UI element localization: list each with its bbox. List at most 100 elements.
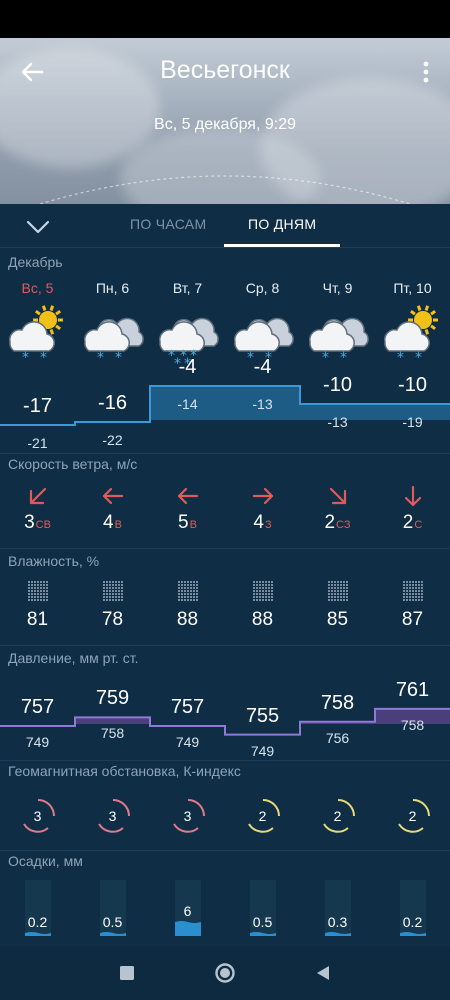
date-time: Вс, 5 декабря, 9:29 [154, 116, 296, 133]
day-column-header[interactable]: Ср, 8 [225, 280, 300, 298]
header-hero: Весьегонск Вс, 5 декабря, 9:29 [0, 38, 450, 204]
precip-value: 0.5 [75, 914, 150, 930]
arrow-down-icon [404, 485, 421, 507]
sun-cloud-snow-icon: * * [383, 305, 438, 366]
humidity-percent: 87 [401, 609, 424, 630]
arrow-right-icon [252, 487, 273, 505]
more-vert-icon [423, 61, 429, 83]
pressure-high: 758 [300, 692, 375, 715]
wind-direction: В [189, 519, 197, 531]
humidity-value: 87 [375, 609, 450, 631]
more-menu-button[interactable] [416, 56, 436, 88]
precip-amount: 0.2 [27, 914, 48, 930]
temp-high: -17 [0, 395, 75, 418]
kindex-value: 2 [225, 808, 300, 826]
humidity-dots-icon [402, 581, 423, 601]
kindex-value: 2 [375, 808, 450, 826]
pressure-section-label: Давление, мм рт. ст. [8, 650, 139, 666]
cloud-snow-icon: * * [83, 317, 144, 366]
pressure-low-value: 749 [175, 734, 200, 750]
pressure-high-value: 758 [320, 691, 355, 714]
kindex-value: 2 [300, 808, 375, 826]
pressure-low: 758 [375, 717, 450, 733]
tab-days[interactable]: ПО ДНЯМ [248, 216, 316, 232]
svg-text:*: * [40, 350, 47, 366]
wind-speed: 2 [402, 512, 414, 533]
wind-speed: 5 [178, 512, 189, 533]
status-bar [0, 0, 450, 38]
kindex-value: 3 [0, 808, 75, 826]
temp-low-value: -13 [252, 396, 273, 412]
temp-low-value: -13 [327, 414, 348, 430]
arrow-left-icon [102, 487, 123, 505]
kindex-number: 2 [258, 808, 267, 824]
humidity-dots-icon [327, 581, 348, 601]
view-tabs: ПО ЧАСАМ ПО ДНЯМ [0, 204, 450, 248]
pressure-low-value: 749 [25, 734, 50, 750]
pressure-low-value: 756 [325, 729, 350, 746]
kindex-number: 2 [333, 808, 342, 824]
wind-speed: 4 [103, 512, 114, 533]
kindex-number: 3 [183, 808, 192, 824]
tab-hours[interactable]: ПО ЧАСАМ [130, 216, 206, 232]
precip-value: 0.2 [0, 914, 75, 930]
pressure-high: 761 [375, 679, 450, 702]
temp-low: -13 [225, 396, 300, 412]
humidity-percent: 78 [101, 609, 124, 630]
collapse-button[interactable] [24, 212, 52, 240]
day-column-header[interactable]: Чт, 9 [300, 280, 375, 298]
geomagnetic-section-label: Геомагнитная обстановка, К-индекс [8, 763, 241, 779]
humidity-percent: 88 [176, 609, 199, 630]
day-column-header[interactable]: Вс, 5 [0, 280, 75, 298]
pressure-high-value: 757 [20, 696, 55, 718]
precip-amount: 6 [183, 903, 192, 919]
wind-speed: 3 [24, 512, 35, 533]
pressure-low-value: 749 [250, 742, 275, 759]
kindex-number: 2 [408, 808, 417, 824]
humidity-section-label: Влажность, % [8, 553, 100, 569]
wind-speed: 2 [324, 512, 336, 533]
pressure-low: 756 [300, 730, 375, 746]
temp-low-value: -14 [177, 396, 198, 412]
svg-text:*: * [322, 350, 329, 366]
svg-text:*: * [397, 350, 404, 366]
wind-value: 5В [150, 512, 225, 534]
precip-value: 0.5 [225, 914, 300, 930]
precip-amount: 0.5 [252, 914, 273, 930]
pressure-low: 749 [150, 734, 225, 750]
precip-value: 6 [150, 903, 225, 919]
month-label: Декабрь [8, 254, 63, 270]
wind-value: 4В [75, 512, 150, 534]
day-name: Вт, 7 [172, 280, 203, 296]
arrow-left-icon [177, 487, 198, 505]
kindex-number: 3 [108, 808, 117, 824]
system-navbar [0, 946, 450, 1000]
svg-text:*: * [22, 350, 29, 366]
humidity-percent: 88 [251, 609, 274, 630]
temp-high-value: -16 [98, 392, 127, 414]
precip-amount: 0.2 [402, 914, 423, 930]
temp-low-value: -21 [27, 435, 48, 451]
day-column-header[interactable]: Пт, 10 [375, 280, 450, 298]
home-button[interactable] [213, 961, 237, 985]
day-name: Вс, 5 [21, 280, 54, 296]
back-nav-button[interactable] [311, 961, 335, 985]
humidity-value: 81 [0, 609, 75, 631]
pressure-low: 749 [225, 743, 300, 759]
square-nav-icon [120, 966, 134, 980]
precip-amount: 0.5 [102, 914, 123, 930]
temp-low-value: -19 [402, 414, 423, 430]
temp-high: -10 [375, 374, 450, 397]
tab-active-indicator [224, 244, 340, 247]
pressure-low-value: 758 [400, 716, 425, 733]
humidity-value: 85 [300, 609, 375, 631]
temp-low-value: -22 [102, 432, 123, 448]
precip-amount: 0.3 [327, 914, 348, 930]
temp-high-value: -17 [23, 395, 52, 417]
day-column-header[interactable]: Вт, 7 [150, 280, 225, 298]
wind-speed: 4 [253, 512, 264, 533]
wind-direction: З [264, 519, 272, 531]
day-name: Пн, 6 [95, 280, 130, 296]
recents-button[interactable] [115, 961, 139, 985]
day-column-header[interactable]: Пн, 6 [75, 280, 150, 298]
